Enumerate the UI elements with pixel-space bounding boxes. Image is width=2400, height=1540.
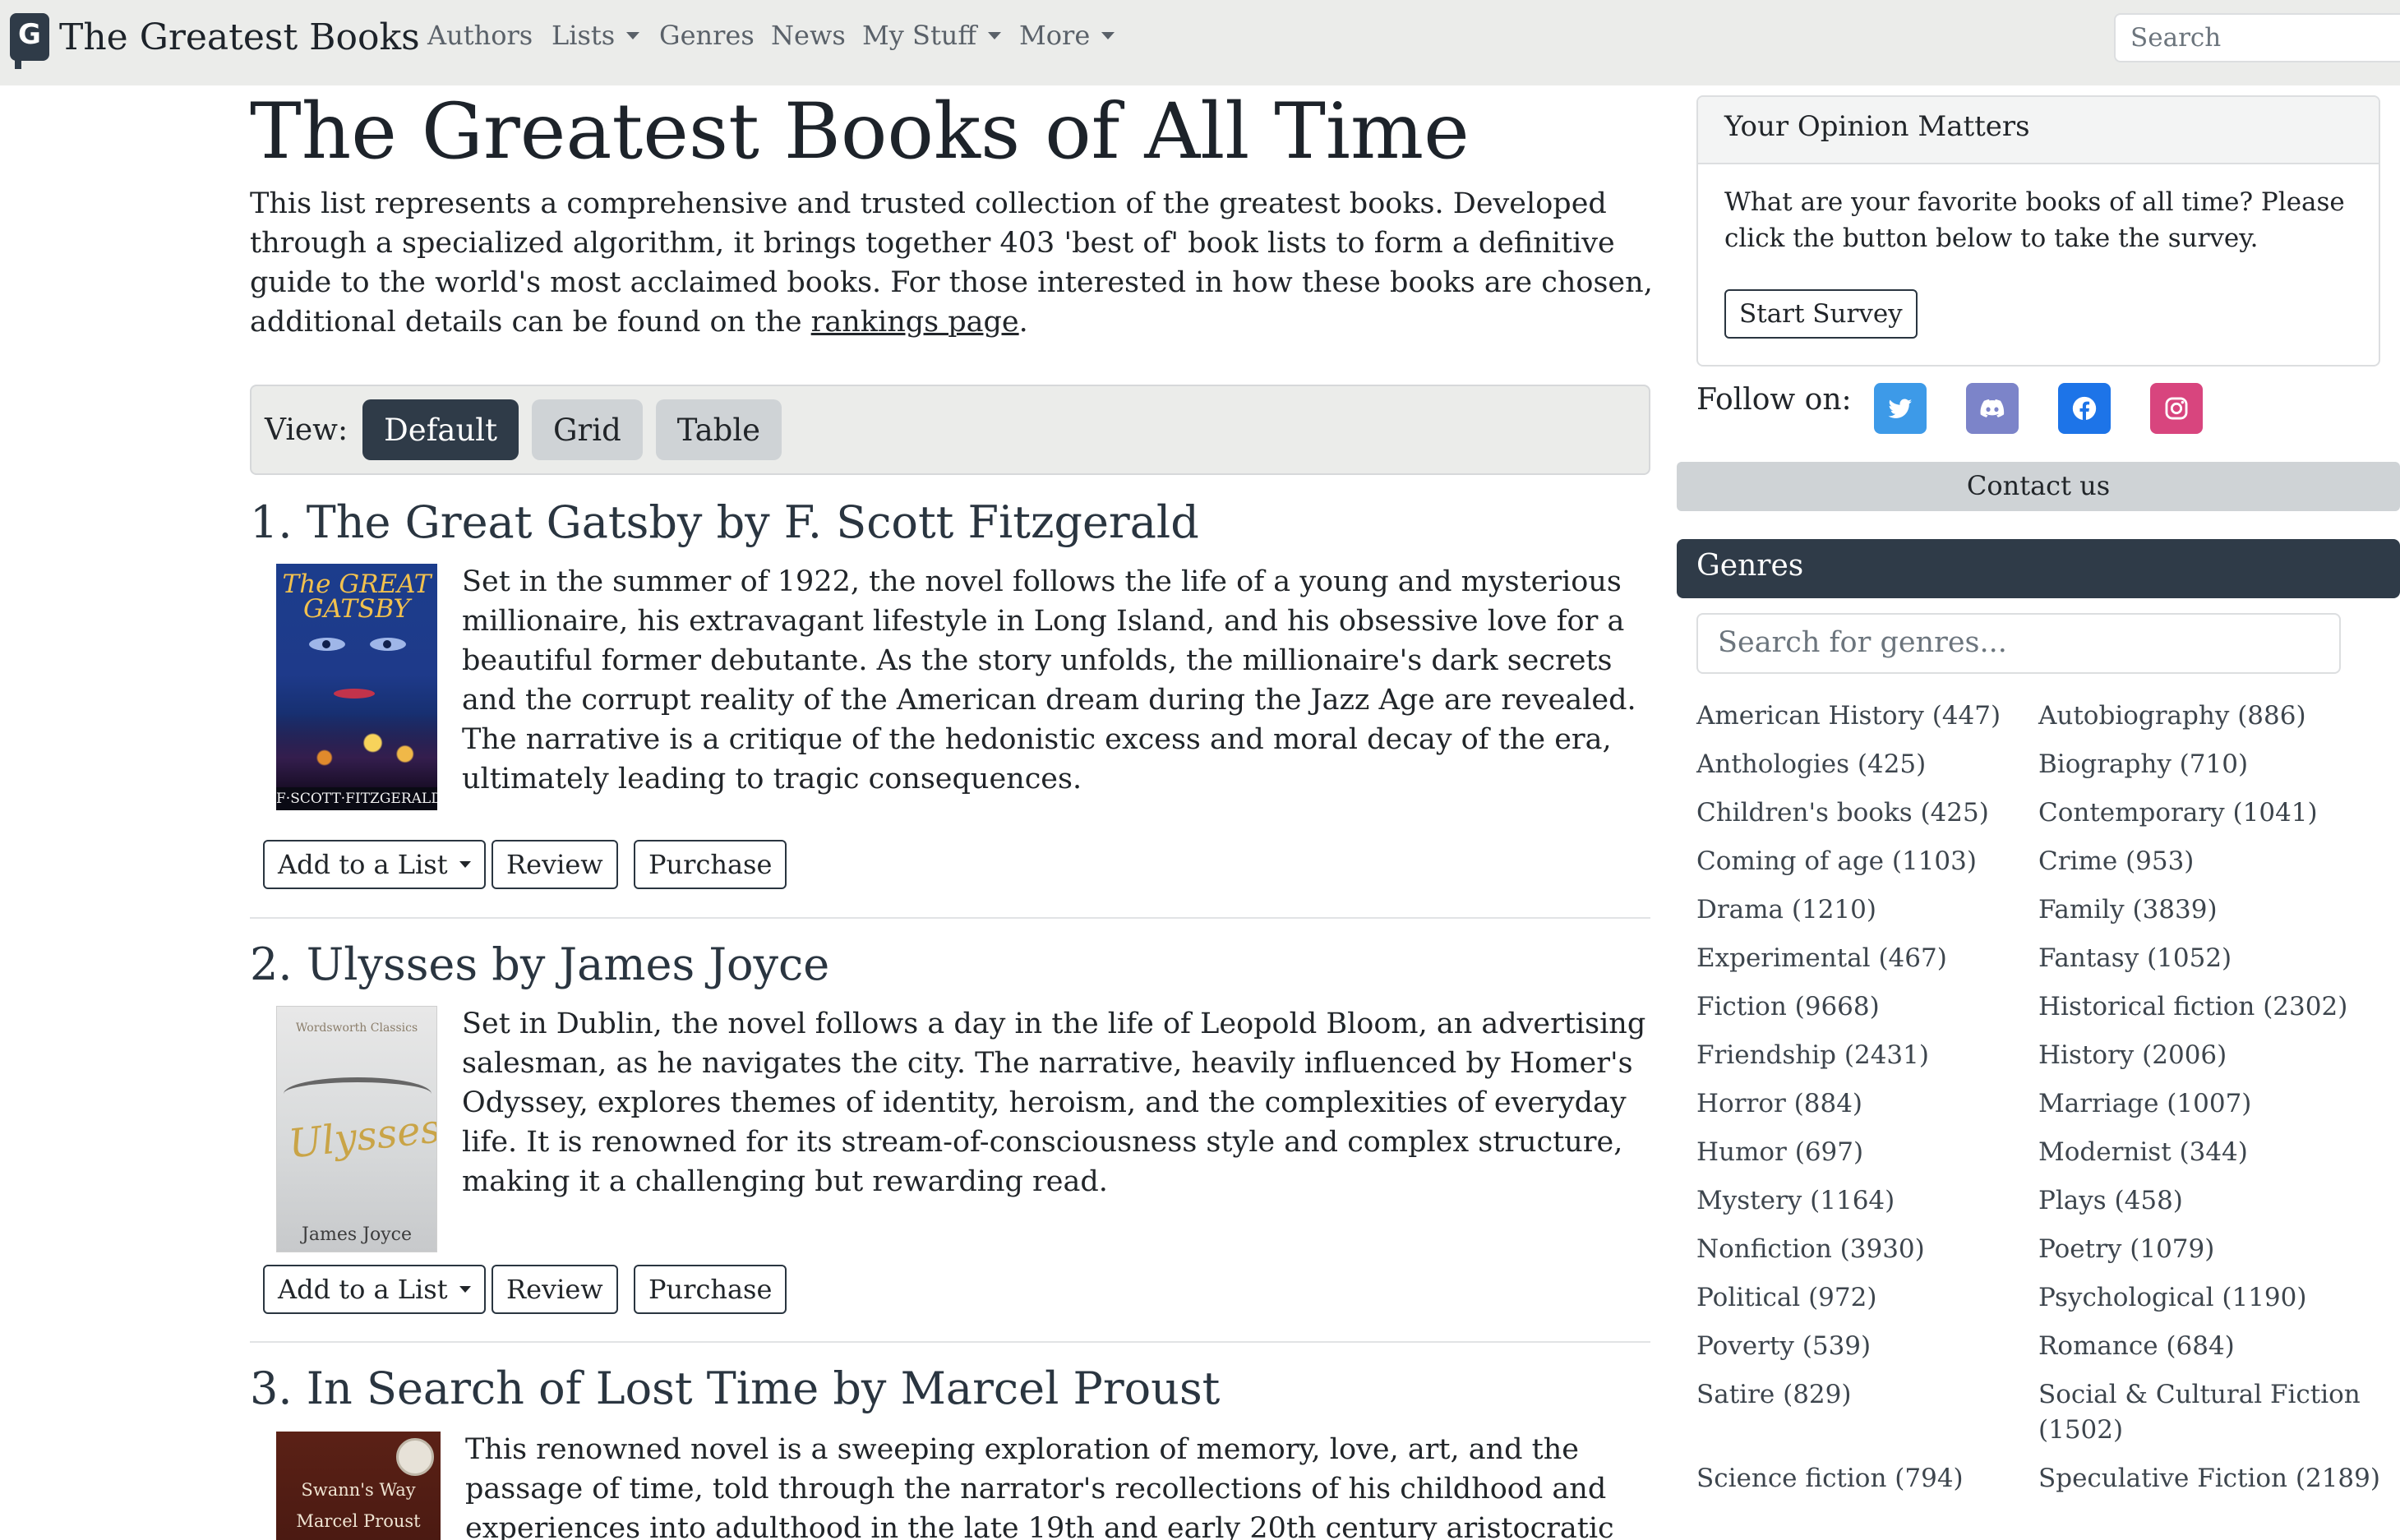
chevron-down-icon — [626, 31, 640, 39]
divider — [250, 917, 1650, 919]
purchase-button[interactable]: Purchase — [634, 840, 787, 889]
genre-link[interactable]: Friendship (2431) — [1696, 1038, 2038, 1073]
genre-link[interactable]: Poverty (539) — [1696, 1329, 2038, 1364]
opinion-card-title: Your Opinion Matters — [1698, 97, 2379, 164]
genre-link[interactable]: Nonfiction (3930) — [1696, 1232, 2038, 1267]
intro-paragraph: This list represents a comprehensive and… — [250, 187, 1653, 339]
nav-my-stuff[interactable]: My Stuff — [862, 20, 1002, 51]
facebook-icon[interactable] — [2058, 383, 2111, 434]
genre-link[interactable]: Coming of age (1103) — [1696, 844, 2038, 879]
nav-news[interactable]: News — [771, 20, 846, 51]
purchase-button[interactable]: Purchase — [634, 1265, 787, 1314]
opinion-card-text: What are your favorite books of all time… — [1724, 187, 2345, 253]
chevron-down-icon — [459, 861, 471, 868]
genres-header: Genres — [1677, 539, 2400, 598]
top-navbar: G The Greatest Books Authors Lists Genre… — [0, 0, 2400, 85]
brand-link[interactable]: G The Greatest Books — [10, 12, 420, 69]
chevron-down-icon — [459, 1286, 471, 1293]
chevron-down-icon — [1101, 31, 1115, 39]
twitter-icon[interactable] — [1874, 383, 1927, 434]
book-title[interactable]: 1. The Great Gatsby by F. Scott Fitzgera… — [250, 496, 1199, 548]
nav-more[interactable]: More — [1019, 20, 1115, 51]
genre-link[interactable]: Romance (684) — [2038, 1329, 2387, 1364]
page-title: The Greatest Books of All Time — [250, 87, 1470, 177]
genre-link[interactable]: Children's books (425) — [1696, 795, 2038, 831]
genre-link[interactable]: Satire (829) — [1696, 1377, 2038, 1448]
contact-us-button[interactable]: Contact us — [1677, 462, 2400, 511]
genre-link[interactable]: Biography (710) — [2038, 747, 2387, 782]
review-button[interactable]: Review — [492, 1265, 618, 1314]
view-table-button[interactable]: Table — [655, 399, 782, 460]
genre-link[interactable]: Plays (458) — [2038, 1183, 2387, 1219]
review-button[interactable]: Review — [492, 840, 618, 889]
book-description: Set in Dublin, the novel follows a day i… — [462, 1007, 1646, 1198]
genre-link[interactable]: Autobiography (886) — [2038, 699, 2387, 734]
genre-link[interactable]: Historical fiction (2302) — [2038, 989, 2387, 1025]
genre-link[interactable]: Poetry (1079) — [2038, 1232, 2387, 1267]
discord-icon[interactable] — [1966, 383, 2019, 434]
genre-link[interactable]: Speculative Fiction (2189) — [2038, 1461, 2387, 1496]
add-to-list-button[interactable]: Add to a List — [263, 840, 486, 889]
genre-link[interactable]: Political (972) — [1696, 1280, 2038, 1316]
genre-link[interactable]: Modernist (344) — [2038, 1135, 2387, 1170]
book-cover[interactable]: The GREAT GATSBY F·SCOTT·FITZGERALD — [276, 564, 437, 810]
brand-name: The Greatest Books — [59, 16, 420, 58]
genre-link[interactable]: History (2006) — [2038, 1038, 2387, 1073]
book-title[interactable]: 2. Ulysses by James Joyce — [250, 938, 829, 990]
genre-link[interactable]: Drama (1210) — [1696, 892, 2038, 928]
view-switcher: View: Default Grid Table — [250, 385, 1650, 475]
book-title[interactable]: 3. In Search of Lost Time by Marcel Prou… — [250, 1362, 1220, 1414]
genre-link[interactable]: Horror (884) — [1696, 1086, 2038, 1122]
view-grid-button[interactable]: Grid — [532, 399, 643, 460]
genre-link[interactable]: Mystery (1164) — [1696, 1183, 2038, 1219]
rankings-page-link[interactable]: rankings page — [811, 306, 1019, 339]
logo-icon: G — [10, 13, 49, 69]
nav-lists[interactable]: Lists — [552, 20, 640, 51]
add-to-list-button[interactable]: Add to a List — [263, 1265, 486, 1314]
genre-link[interactable]: Social & Cultural Fiction (1502) — [2038, 1377, 2387, 1448]
instagram-icon[interactable] — [2150, 383, 2203, 434]
genre-link[interactable]: Psychological (1190) — [2038, 1280, 2387, 1316]
follow-label: Follow on: — [1696, 383, 1852, 417]
book-description: This renowned novel is a sweeping explor… — [465, 1433, 1614, 1540]
book-cover[interactable]: Wordsworth Classics Ulysses James Joyce — [276, 1006, 437, 1252]
view-label: View: — [265, 413, 348, 447]
genre-link[interactable]: Fantasy (1052) — [2038, 941, 2387, 976]
genre-link[interactable]: Humor (697) — [1696, 1135, 2038, 1170]
genre-link[interactable]: American History (447) — [1696, 699, 2038, 734]
genre-link[interactable]: Crime (953) — [2038, 844, 2387, 879]
genre-link[interactable]: Family (3839) — [2038, 892, 2387, 928]
start-survey-button[interactable]: Start Survey — [1724, 289, 1918, 339]
genre-link[interactable]: Fiction (9668) — [1696, 989, 2038, 1025]
chevron-down-icon — [988, 31, 1002, 39]
genre-link[interactable]: Science fiction (794) — [1696, 1461, 2038, 1496]
book-cover[interactable]: Swann's Way Marcel Proust — [276, 1432, 441, 1540]
opinion-card: Your Opinion Matters What are your favor… — [1696, 95, 2380, 367]
genre-search-input[interactable]: Search for genres... — [1696, 613, 2341, 674]
divider — [250, 1341, 1650, 1343]
nav-authors[interactable]: Authors — [427, 20, 533, 51]
book-description: Set in the summer of 1922, the novel fol… — [462, 565, 1636, 795]
genre-link[interactable]: Experimental (467) — [1696, 941, 2038, 976]
genres-list: American History (447) Autobiography (886… — [1696, 699, 2387, 1510]
search-input[interactable]: Search — [2114, 13, 2400, 62]
nav-genres[interactable]: Genres — [659, 20, 755, 51]
genre-link[interactable]: Contemporary (1041) — [2038, 795, 2387, 831]
genre-link[interactable]: Marriage (1007) — [2038, 1086, 2387, 1122]
genre-link[interactable]: Anthologies (425) — [1696, 747, 2038, 782]
view-default-button[interactable]: Default — [362, 399, 519, 460]
